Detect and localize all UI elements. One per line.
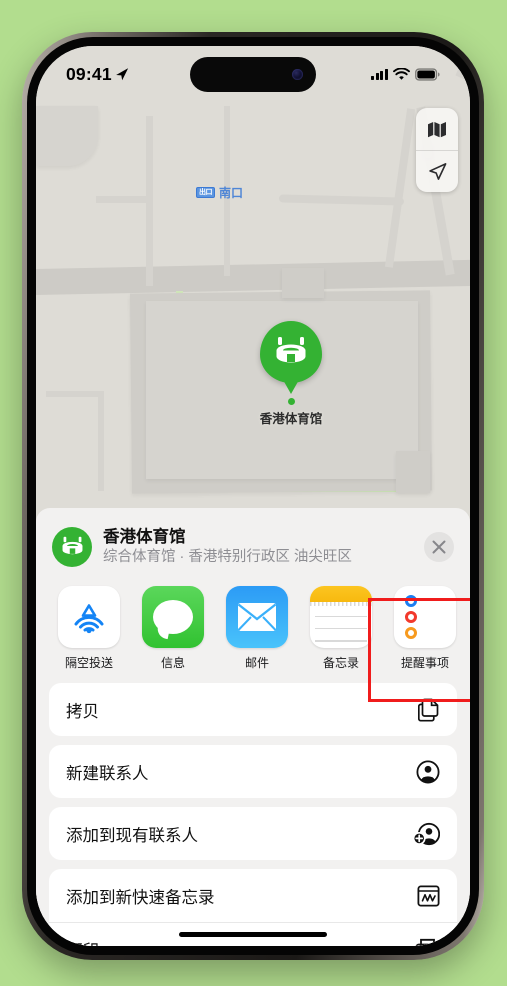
close-button[interactable] — [424, 532, 454, 562]
share-app-label: 信息 — [160, 656, 185, 670]
map-layers-icon — [428, 121, 446, 137]
stadium-icon — [276, 337, 306, 363]
map-building — [396, 451, 430, 493]
close-icon — [432, 540, 446, 554]
share-action-list: 拷贝 新建联系人 添加到现有联系人 添加到新快速备忘录 — [36, 683, 470, 946]
cellular-bars-icon — [371, 68, 388, 80]
share-app-label: 邮件 — [244, 656, 269, 670]
avatar — [52, 527, 92, 567]
phone-device: 出口 南口 香港体育馆 09:41 香港体育馆 综合体育馆 · 香港特别行政区 … — [22, 32, 484, 960]
action-group: 新建联系人 — [49, 745, 457, 798]
action-group: 拷贝 — [49, 683, 457, 736]
airdrop-glyph — [74, 602, 104, 634]
person-circle-icon — [416, 759, 440, 784]
reminders-dot-blue — [405, 595, 417, 607]
map-transit-label[interactable]: 出口 南口 — [196, 184, 243, 201]
share-app-row[interactable]: 隔空投送 信息 邮件 备忘录 提醒事项 — [36, 581, 470, 683]
map-pin-label: 香港体育馆 — [259, 412, 323, 426]
copy-icon — [418, 698, 440, 722]
map-pin-coliseum[interactable]: 香港体育馆 — [250, 321, 332, 427]
phone-screen: 出口 南口 香港体育馆 09:41 香港体育馆 综合体育馆 · 香港特别行政区 … — [36, 46, 470, 946]
reminders-dot-orange — [405, 627, 417, 639]
status-indicators — [371, 67, 440, 81]
dynamic-island[interactable] — [190, 57, 316, 92]
message-bubble-glyph — [153, 600, 193, 634]
printer-icon — [415, 938, 440, 946]
wifi-icon — [393, 67, 410, 80]
stadium-icon — [62, 536, 82, 555]
mail-icon — [226, 586, 288, 648]
action-label: 拷贝 — [66, 702, 99, 721]
action-row-quick-note[interactable]: 添加到新快速备忘录 — [49, 869, 457, 922]
reminders-dot-red — [405, 611, 417, 623]
status-clock: 09:41 — [66, 64, 129, 85]
phone-bezel: 出口 南口 香港体育馆 09:41 香港体育馆 综合体育馆 · 香港特别行政区 … — [27, 37, 479, 955]
share-sheet: 香港体育馆 综合体育馆 · 香港特别行政区 油尖旺区 隔空投送 信息 邮件 备忘… — [36, 508, 470, 946]
share-app-label: 提醒事项 — [400, 656, 449, 670]
share-app-airdrop[interactable]: 隔空投送 — [58, 586, 120, 671]
map-building — [36, 106, 98, 166]
airdrop-icon — [58, 586, 120, 648]
map-building — [282, 268, 324, 298]
action-row-copy[interactable]: 拷贝 — [49, 683, 457, 736]
map-controls-group[interactable] — [416, 108, 458, 192]
location-arrow-icon — [115, 68, 128, 81]
map-road — [96, 196, 150, 203]
person-add-icon — [413, 822, 440, 846]
front-camera-icon — [292, 69, 303, 80]
action-label: 添加到现有联系人 — [66, 826, 198, 845]
map-road — [98, 391, 104, 491]
action-label: 添加到新快速备忘录 — [66, 888, 215, 907]
action-row-new-contact[interactable]: 新建联系人 — [49, 745, 457, 798]
share-app-notes[interactable]: 备忘录 — [310, 586, 372, 671]
map-pin-marker[interactable] — [260, 321, 322, 383]
notes-header-band — [310, 586, 372, 602]
map-pin-dot — [287, 398, 295, 405]
battery-icon — [415, 67, 440, 81]
share-app-messages[interactable]: 信息 — [142, 586, 204, 671]
map-road — [46, 391, 104, 397]
quick-note-icon — [417, 884, 440, 907]
action-row-add-existing-contact[interactable]: 添加到现有联系人 — [49, 807, 457, 860]
share-sheet-header: 香港体育馆 综合体育馆 · 香港特别行政区 油尖旺区 — [36, 508, 470, 581]
notes-line — [315, 640, 367, 642]
share-app-label: 备忘录 — [322, 656, 359, 670]
page-subtitle: 综合体育馆 · 香港特别行政区 油尖旺区 — [103, 548, 352, 565]
share-app-reminders[interactable]: 提醒事项 — [394, 586, 456, 671]
map-layers-button[interactable] — [416, 108, 458, 150]
transit-label-text: 南口 — [219, 186, 244, 200]
map-road — [384, 108, 416, 268]
action-label: 打印 — [66, 937, 99, 946]
reminders-icon — [394, 586, 456, 648]
share-app-label: 隔空投送 — [64, 656, 113, 670]
map-road — [278, 194, 405, 206]
home-indicator[interactable] — [179, 932, 327, 937]
location-arrow-icon — [428, 163, 446, 180]
notes-icon — [310, 586, 372, 648]
messages-icon — [142, 586, 204, 648]
share-sheet-titles: 香港体育馆 综合体育馆 · 香港特别行政区 油尖旺区 — [103, 527, 413, 566]
map-locate-button[interactable] — [416, 150, 458, 192]
share-app-mail[interactable]: 邮件 — [226, 586, 288, 671]
envelope-glyph — [237, 603, 277, 631]
action-label: 新建联系人 — [66, 764, 149, 783]
status-time: 09:41 — [66, 63, 112, 84]
action-group: 添加到现有联系人 — [49, 807, 457, 860]
transit-exit-badge: 出口 — [196, 187, 215, 198]
page-title: 香港体育馆 — [103, 528, 186, 547]
